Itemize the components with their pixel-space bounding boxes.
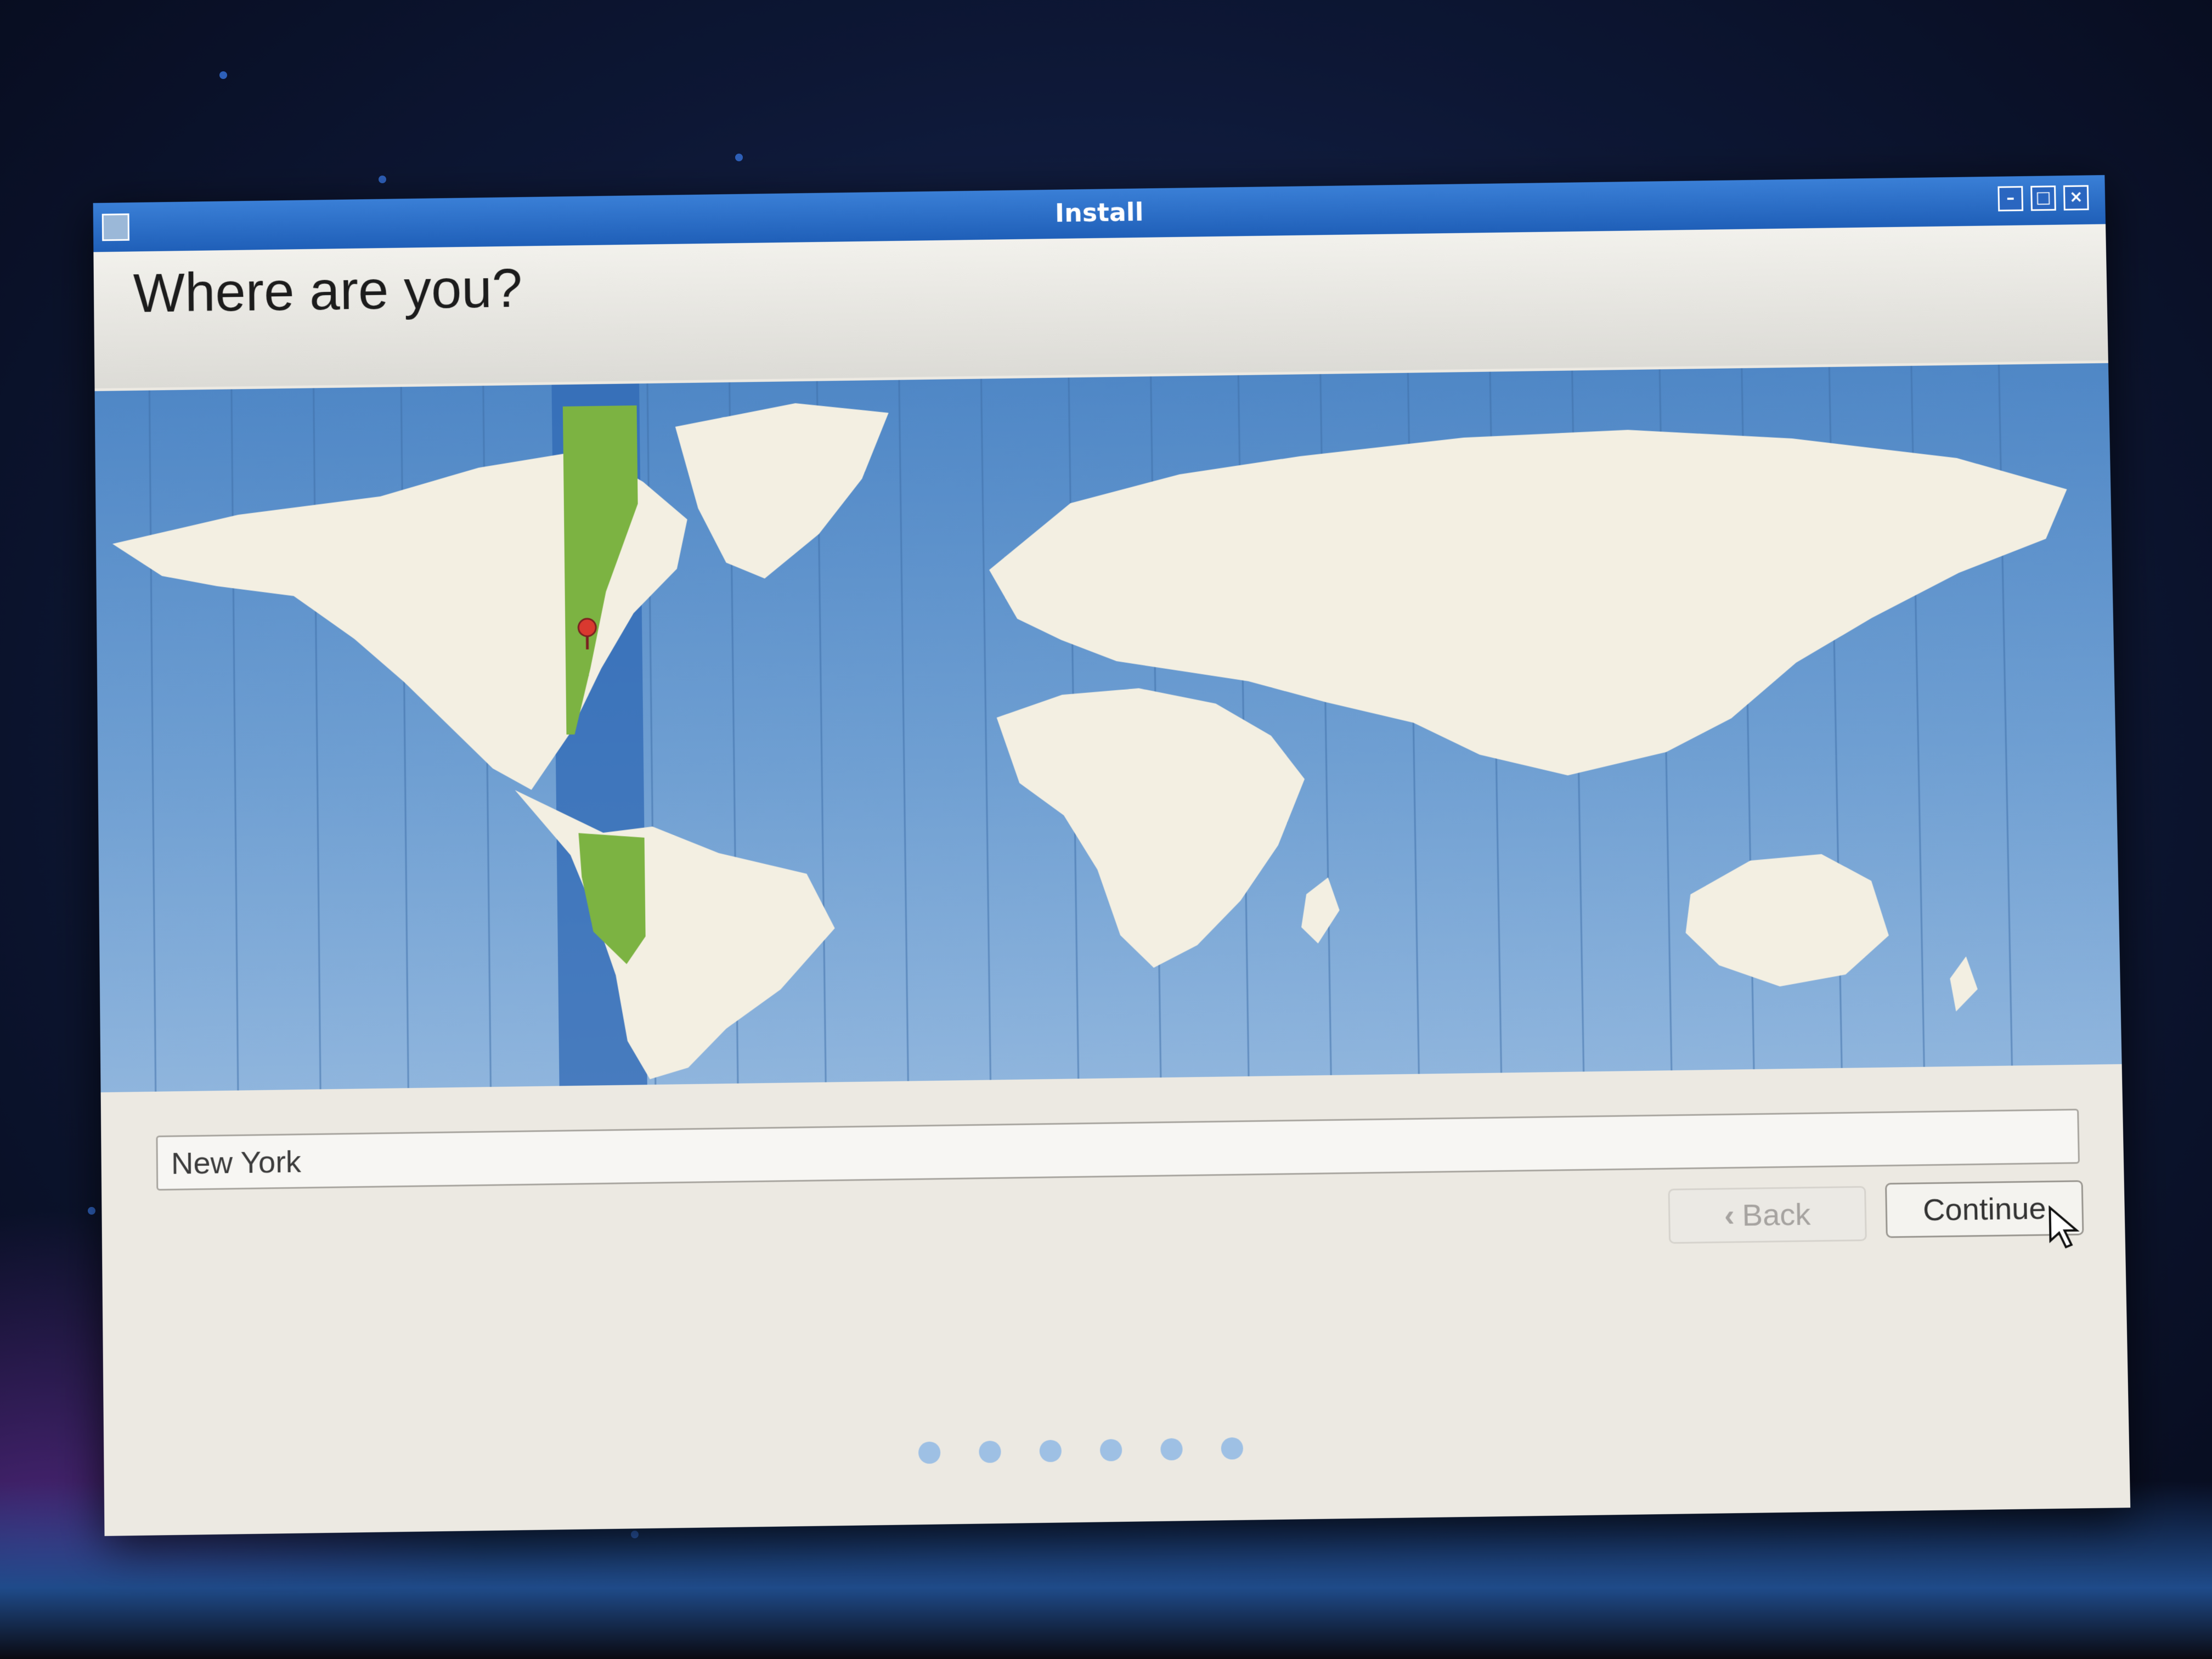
- wallpaper-star: [379, 176, 386, 183]
- australia-land: [1684, 853, 1889, 988]
- page-title: Where are you?: [133, 257, 522, 325]
- maximize-button[interactable]: □: [2030, 185, 2056, 211]
- wallpaper-star: [219, 71, 227, 79]
- install-window: Install – □ × Where are you? New York ‹ …: [93, 175, 2131, 1536]
- chevron-left-icon: ‹: [1724, 1189, 1735, 1242]
- new-zealand-land: [1950, 956, 1978, 1012]
- wallpaper-star: [88, 1207, 95, 1215]
- wallpaper-star: [631, 1531, 639, 1538]
- world-map-graphic[interactable]: [95, 363, 2122, 1092]
- back-button-label: Back: [1742, 1197, 1811, 1232]
- minimize-button[interactable]: –: [1997, 186, 2023, 211]
- madagascar-land: [1301, 877, 1340, 944]
- back-button[interactable]: ‹ Back: [1668, 1186, 1866, 1244]
- mouse-pointer-icon: [2047, 1205, 2081, 1249]
- continue-button-label: Continue: [1922, 1190, 2046, 1227]
- wallpaper-star: [735, 154, 743, 161]
- africa-land: [996, 686, 1307, 970]
- greenland-land: [675, 402, 890, 580]
- close-button[interactable]: ×: [2063, 185, 2089, 210]
- timezone-map[interactable]: [95, 363, 2122, 1092]
